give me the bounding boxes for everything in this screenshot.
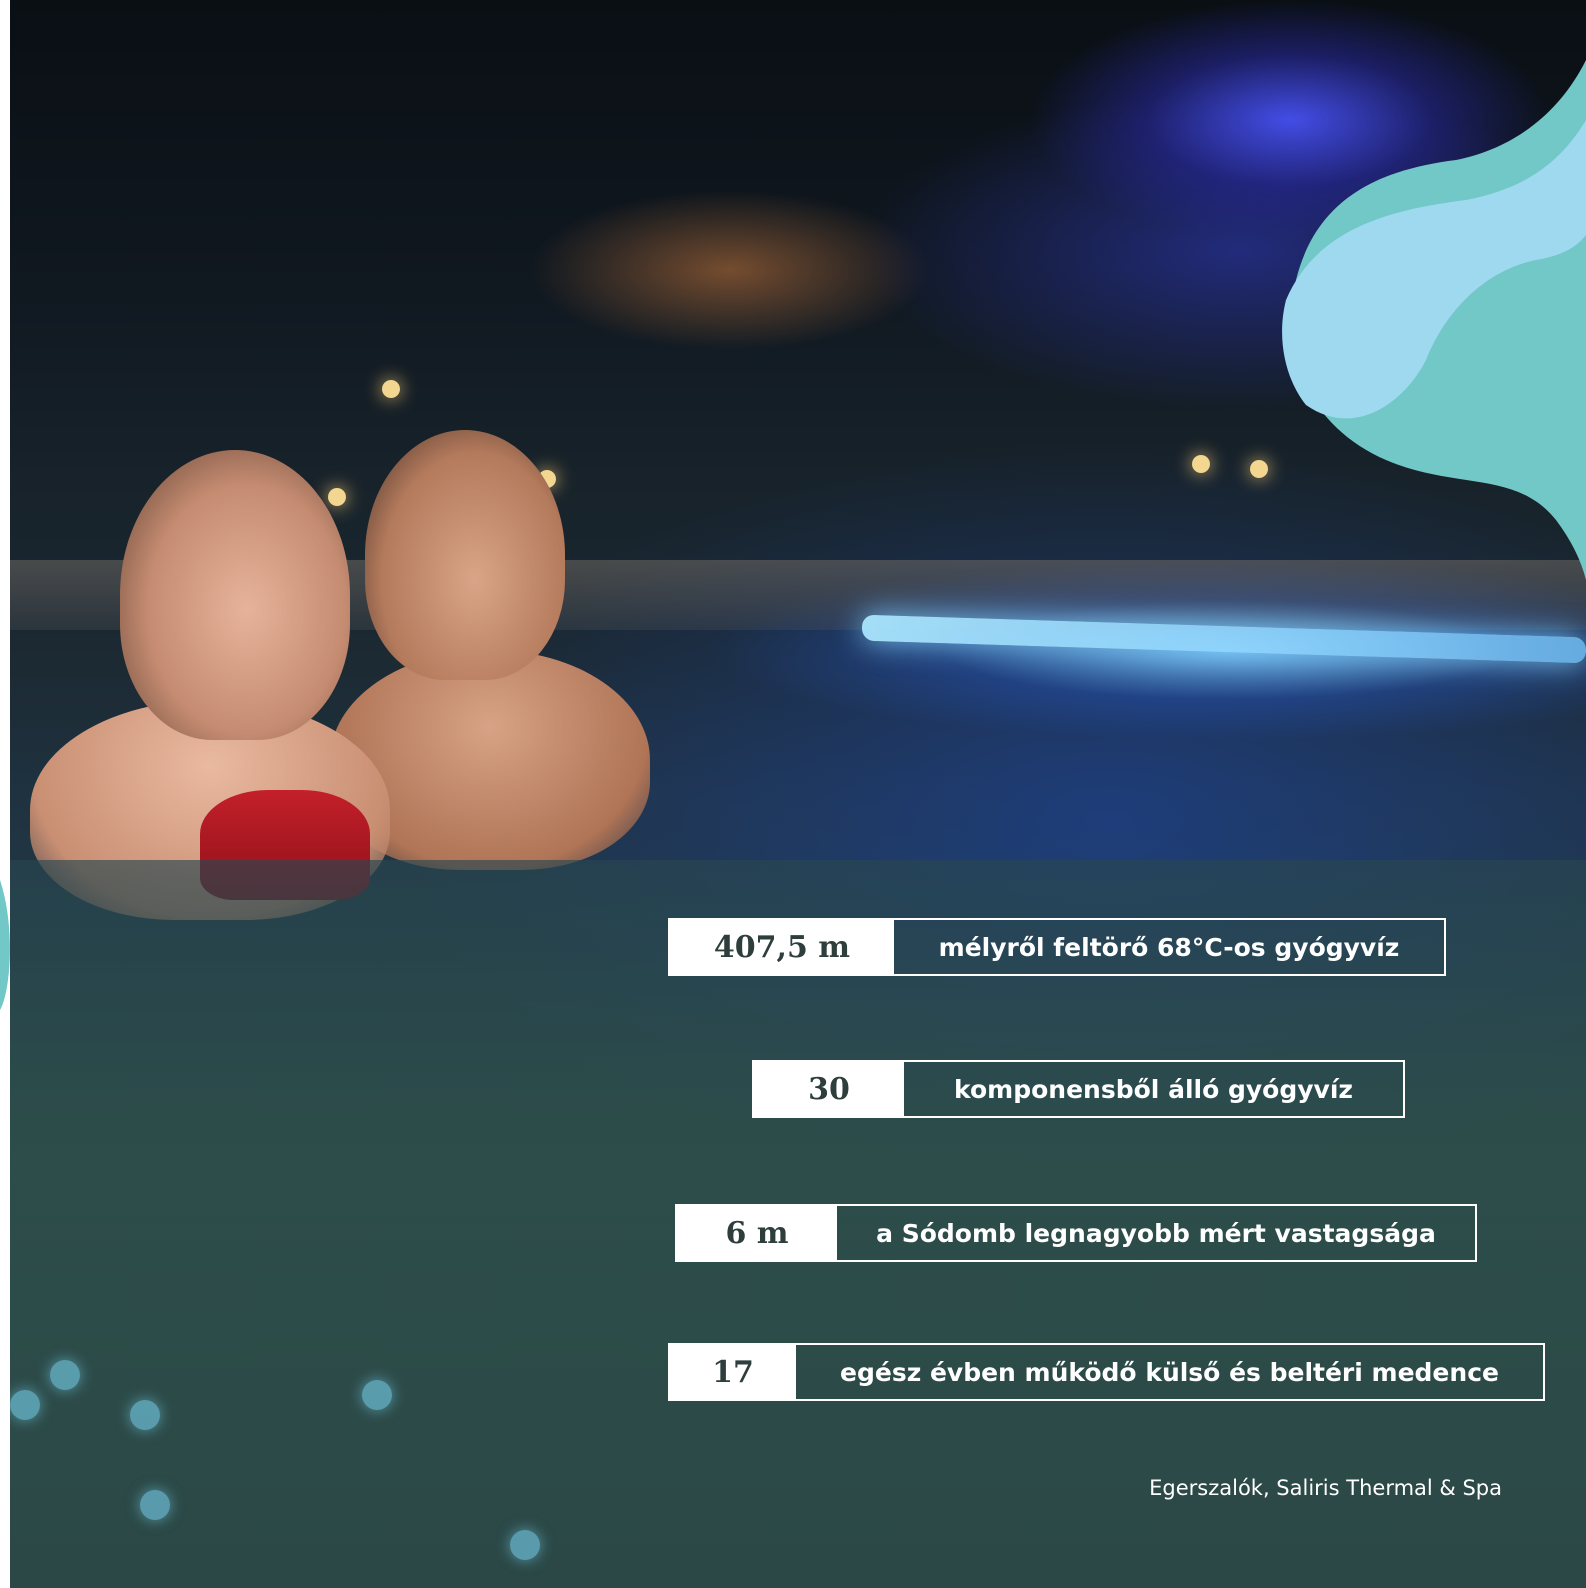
stat-value: 6 m <box>677 1206 837 1260</box>
bokeh-light <box>10 1390 40 1420</box>
bokeh-light <box>130 1400 160 1430</box>
bokeh-light <box>362 1380 392 1410</box>
decorative-wave-left <box>0 880 10 1010</box>
lamp-light <box>1192 455 1210 473</box>
wave-left-shape <box>0 880 10 1010</box>
bokeh-light <box>510 1530 540 1560</box>
stat-row: 6 m a Sódomb legnagyobb mért vastagsága <box>675 1204 1477 1262</box>
stat-row: 407,5 m mélyről feltörő 68°C-os gyógyvíz <box>668 918 1446 976</box>
bokeh-light <box>50 1360 80 1390</box>
decorative-wave <box>1282 60 1586 580</box>
man-head <box>365 430 565 680</box>
lamp-light <box>382 380 400 398</box>
stat-row: 17 egész évben működő külső és beltéri m… <box>668 1343 1545 1401</box>
stat-value: 30 <box>754 1062 904 1116</box>
woman-head <box>120 450 350 740</box>
stat-value: 17 <box>670 1345 796 1399</box>
bokeh-light <box>140 1490 170 1520</box>
photo-caption: Egerszalók, Saliris Thermal & Spa <box>1149 1476 1502 1500</box>
stat-description: mélyről feltörő 68°C-os gyógyvíz <box>938 932 1400 962</box>
lamp-light <box>328 488 346 506</box>
stat-row: 30 komponensből álló gyógyvíz <box>752 1060 1405 1118</box>
page: 407,5 m mélyről feltörő 68°C-os gyógyvíz… <box>0 0 1586 1588</box>
stat-value: 407,5 m <box>670 920 894 974</box>
stat-description: a Sódomb legnagyobb mért vastagsága <box>876 1218 1436 1248</box>
stat-description: komponensből álló gyógyvíz <box>954 1074 1353 1104</box>
stat-description: egész évben működő külső és beltéri mede… <box>840 1357 1499 1387</box>
